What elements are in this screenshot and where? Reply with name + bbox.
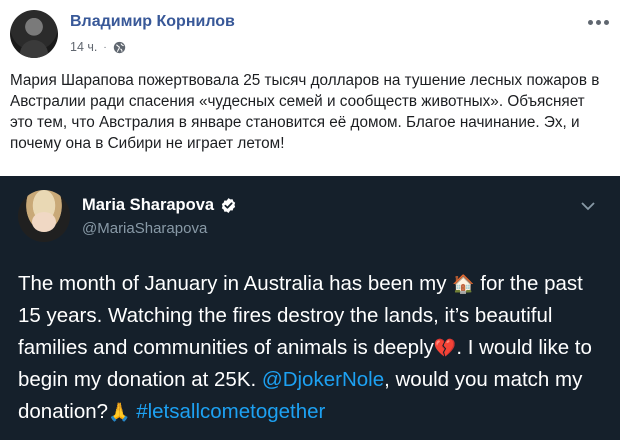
facebook-post: Владимир Корнилов 14 ч. · Мария Шарапова… [0, 0, 620, 440]
tweet-text: The month of January in Australia has be… [18, 268, 608, 428]
tweet-author-name: Maria Sharapova [82, 196, 215, 214]
house-emoji: 🏠 [452, 274, 475, 294]
globe-icon[interactable] [113, 41, 126, 54]
chevron-down-icon [581, 202, 595, 211]
tweet-author: Maria Sharapova [82, 196, 237, 215]
more-options-icon[interactable] [586, 14, 610, 30]
tweet-screenshot: Maria Sharapova @MariaSharapova The mont… [0, 176, 620, 440]
author-avatar[interactable] [10, 10, 58, 58]
mention-link: @DjokerNole [261, 368, 385, 391]
verified-icon [221, 198, 236, 213]
post-text: Мария Шарапова пожертвовала 25 тысяч дол… [10, 72, 600, 152]
tweet-avatar [18, 190, 70, 242]
meta-separator: · [103, 41, 107, 53]
tweet-text-part: The month of January in Australia has be… [18, 272, 453, 295]
post-meta: 14 ч. · [70, 40, 126, 54]
hashtag-link: #letsallcometogether [136, 400, 326, 423]
broken-heart-emoji: 💔 [433, 338, 457, 358]
pray-emoji: 🙏 [108, 402, 131, 422]
post-time[interactable]: 14 ч. [70, 40, 97, 54]
author-name[interactable]: Владимир Корнилов [70, 13, 235, 31]
tweet-handle: @MariaSharapova [82, 220, 208, 237]
